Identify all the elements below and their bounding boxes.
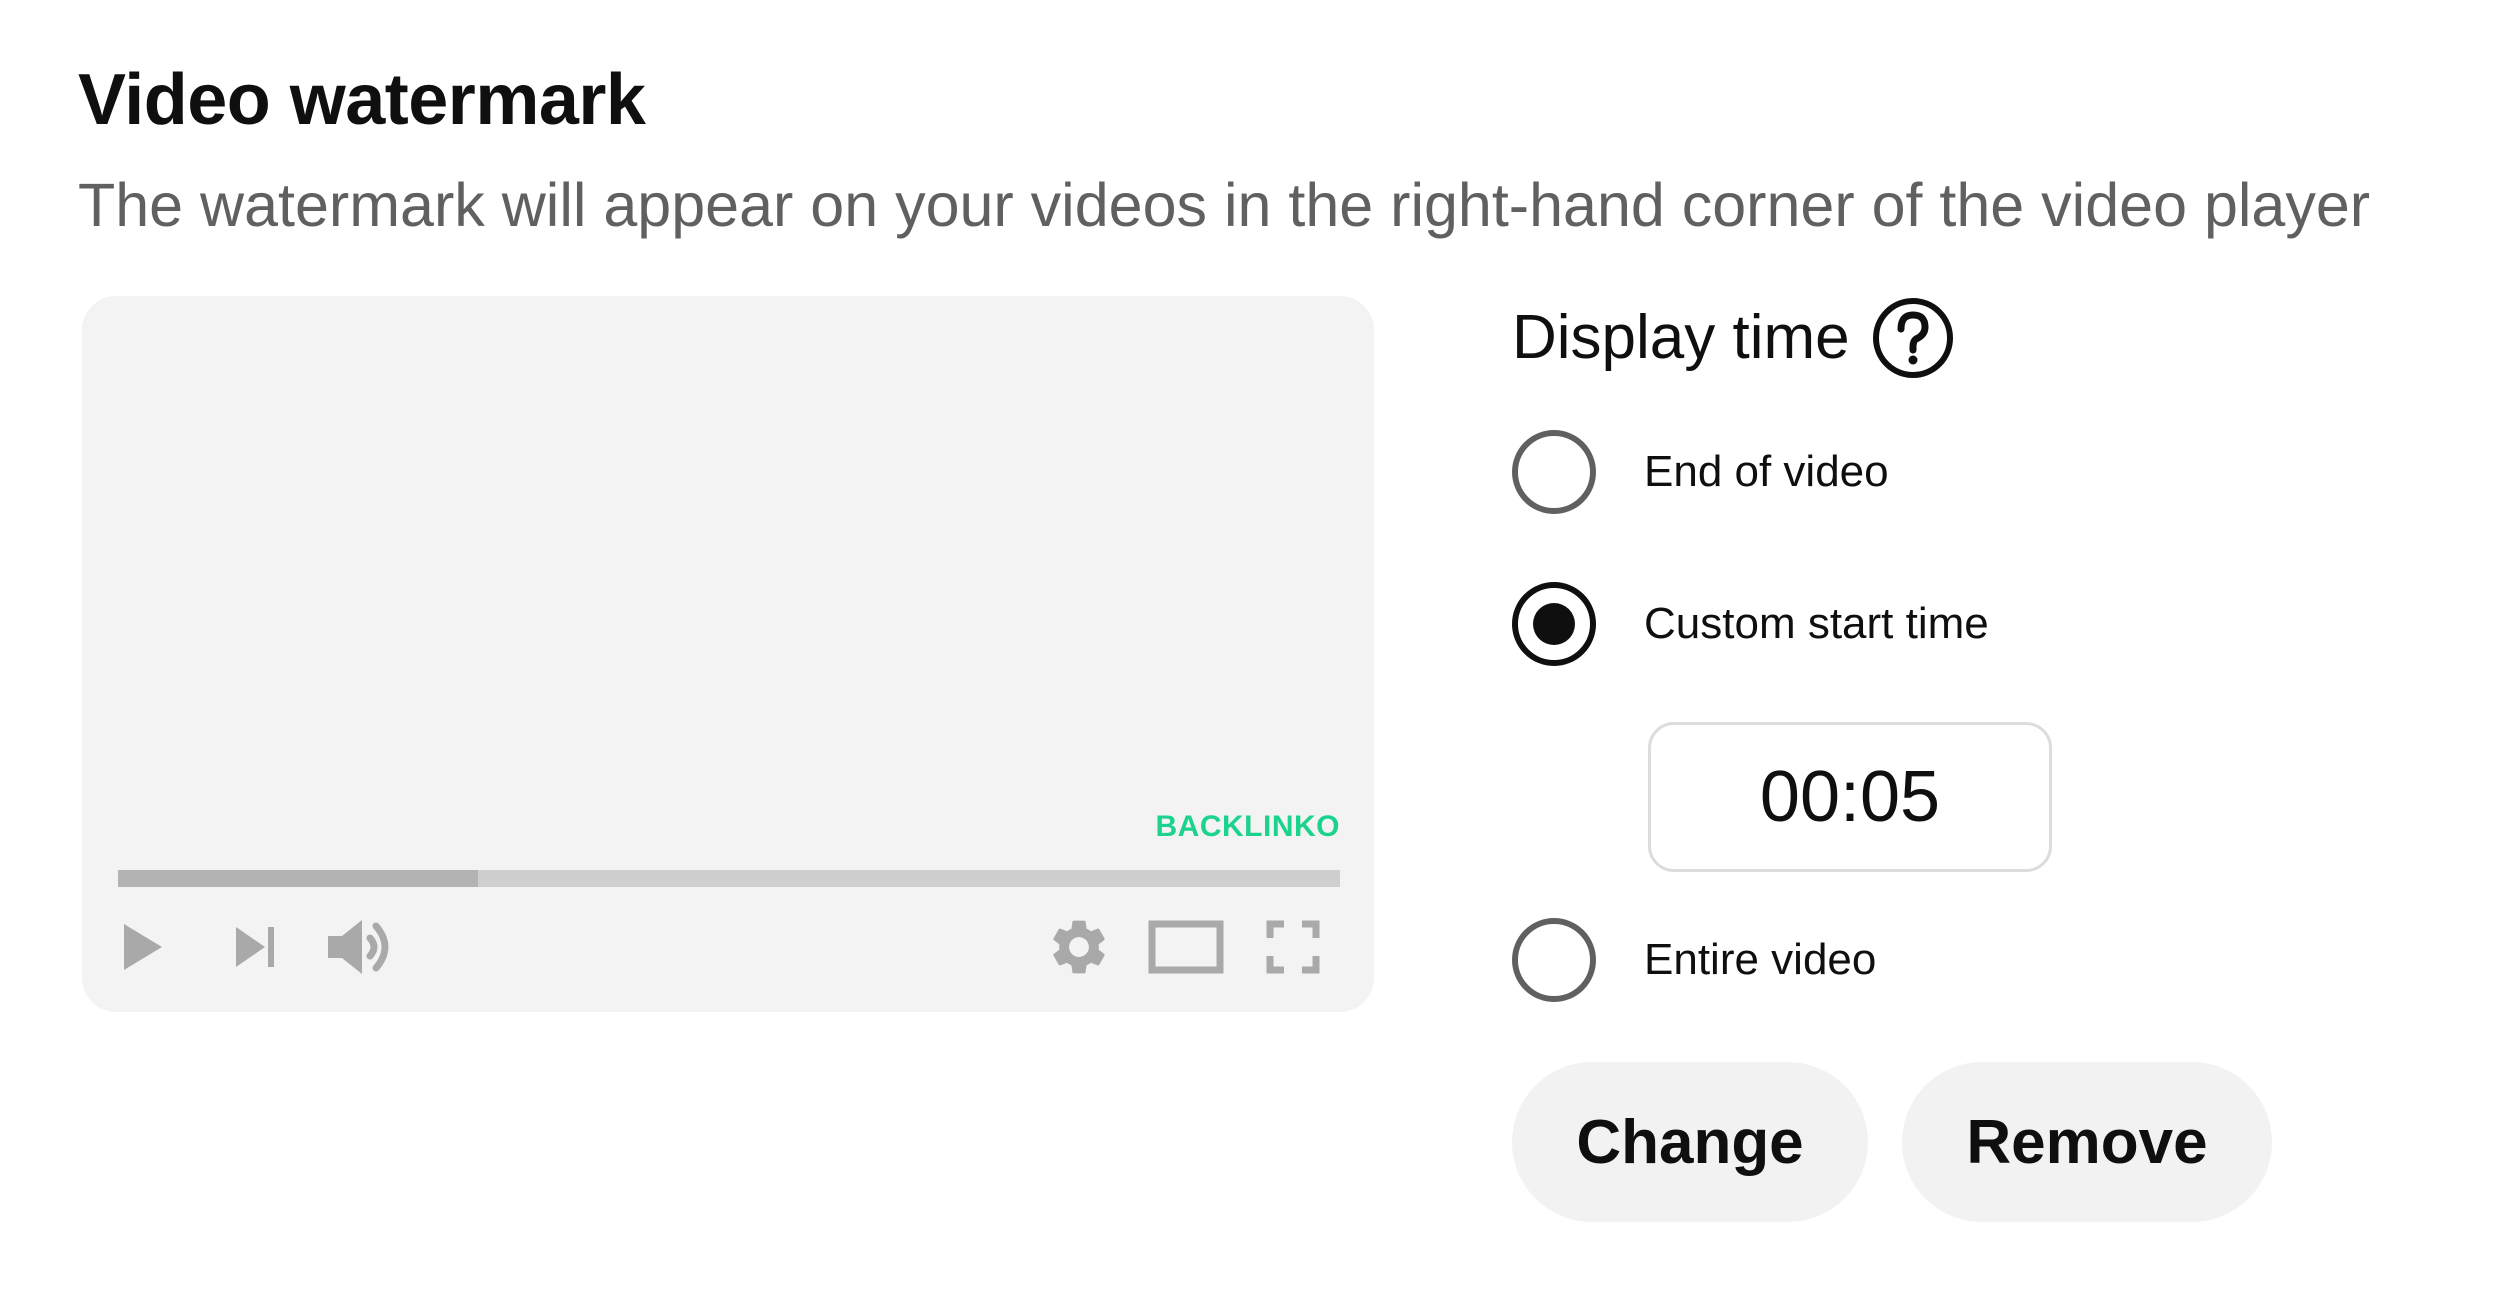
change-button[interactable]: Change bbox=[1512, 1062, 1868, 1222]
volume-icon[interactable] bbox=[324, 914, 404, 980]
page-subtitle: The watermark will appear on your videos… bbox=[78, 171, 2371, 239]
radio-button-end-of-video[interactable] bbox=[1512, 430, 1596, 514]
radio-label: Entire video bbox=[1644, 935, 1877, 984]
theater-mode-icon[interactable] bbox=[1146, 914, 1226, 980]
page-title: Video watermark bbox=[78, 60, 646, 140]
radio-option-entire-video[interactable]: Entire video bbox=[1512, 914, 1876, 1006]
video-player-preview: BACKLINKO bbox=[82, 296, 1374, 1012]
radio-button-custom-start-time[interactable] bbox=[1512, 582, 1596, 666]
watermark-logo: BACKLINKO bbox=[1155, 810, 1340, 843]
settings-gear-icon[interactable] bbox=[1046, 914, 1112, 980]
radio-label: End of video bbox=[1644, 447, 1889, 496]
question-mark-icon[interactable] bbox=[1872, 297, 1954, 379]
custom-start-time-input[interactable] bbox=[1648, 722, 2052, 872]
progress-bar[interactable] bbox=[118, 870, 1340, 887]
display-time-label: Display time bbox=[1512, 303, 1850, 372]
remove-button[interactable]: Remove bbox=[1902, 1062, 2272, 1222]
radio-option-end-of-video[interactable]: End of video bbox=[1512, 426, 1889, 518]
radio-option-custom-start-time[interactable]: Custom start time bbox=[1512, 578, 1989, 670]
next-icon[interactable] bbox=[224, 914, 290, 980]
play-icon[interactable] bbox=[108, 914, 174, 980]
fullscreen-icon[interactable] bbox=[1260, 914, 1326, 980]
radio-button-entire-video[interactable] bbox=[1512, 918, 1596, 1002]
display-time-heading: Display time bbox=[1512, 296, 1954, 380]
radio-label: Custom start time bbox=[1644, 599, 1989, 648]
progress-bar-fill bbox=[118, 870, 479, 887]
